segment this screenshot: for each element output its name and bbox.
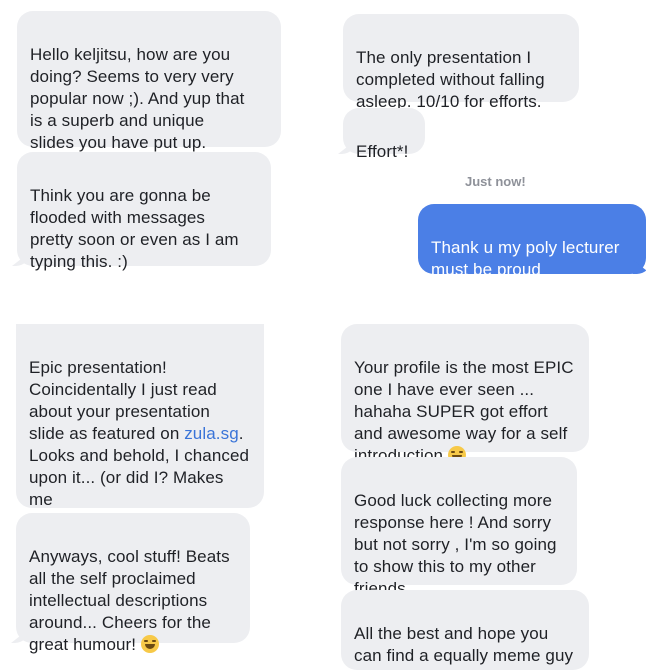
message-text: Anyways, cool stuff! Beats all the self …	[29, 547, 230, 654]
message-text: Thank u my poly lecturer must be proud	[431, 238, 620, 279]
message-text: All the best and hope you can find a equ…	[354, 624, 574, 665]
message-timestamp: Just now!	[465, 174, 526, 189]
message-bubble-received: Think you are gonna be flooded with mess…	[17, 152, 271, 271]
laughing-emoji-icon	[140, 635, 159, 653]
message-bubble-received: Good luck collecting more response here …	[341, 457, 577, 598]
message-bubble-received: Effort*!	[343, 108, 425, 161]
message-bubble-sent: Thank u my poly lecturer must be proud	[418, 204, 646, 279]
message-text: Think you are gonna be flooded with mess…	[30, 186, 239, 271]
message-bubble-received: Anyways, cool stuff! Beats all the self …	[16, 513, 250, 654]
zula-link[interactable]: zula.sg	[184, 424, 239, 443]
message-text: The only presentation I completed withou…	[356, 48, 545, 111]
message-text: Effort*!	[356, 142, 409, 161]
message-bubble-received: Epic presentation! Coincidentally I just…	[16, 324, 264, 553]
message-bubble-received: Your profile is the most EPIC one I have…	[341, 324, 589, 465]
message-bubble-received: Hello keljitsu, how are you doing? Seems…	[17, 11, 281, 152]
message-text: Good luck collecting more response here …	[354, 491, 557, 598]
message-bubble-received: All the best and hope you can find a equ…	[341, 590, 589, 670]
message-bubble-received: The only presentation I completed withou…	[343, 14, 579, 111]
message-text: Hello keljitsu, how are you doing? Seems…	[30, 45, 245, 152]
